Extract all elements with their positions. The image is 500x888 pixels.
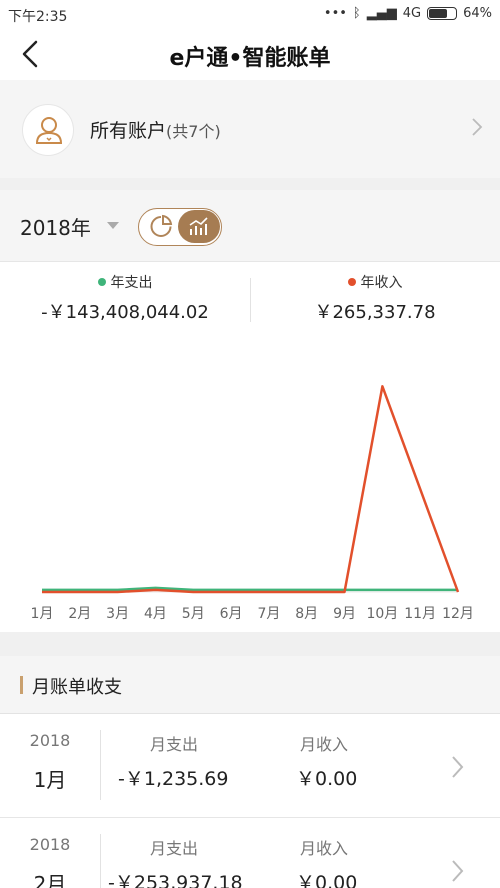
- network-type: 4G: [402, 6, 422, 21]
- monthly-list-header: 月账单收支: [0, 656, 500, 714]
- pie-view-option[interactable]: [140, 210, 182, 243]
- x-tick-label: 3月: [106, 606, 129, 622]
- x-tick-label: 6月: [220, 606, 243, 622]
- series-line-expense: [42, 586, 458, 592]
- month-row[interactable]: 2018 2月 月支出 -￥253,937.18 月收入 ￥0.00: [0, 818, 500, 888]
- user-icon: [35, 117, 63, 144]
- row-expense-value: -￥1,235.69: [118, 768, 229, 790]
- row-income-header: 月收入: [300, 735, 349, 754]
- account-count: (共7个): [166, 122, 221, 141]
- year-selector[interactable]: 2018年: [20, 212, 91, 241]
- year-row: 2018年: [0, 190, 500, 262]
- row-year: 2018: [29, 731, 71, 750]
- row-divider: [100, 730, 101, 800]
- pie-chart-icon: [150, 214, 173, 237]
- income-label: 年收入: [360, 275, 403, 291]
- battery-icon: [427, 7, 458, 20]
- x-tick-label: 9月: [333, 606, 356, 622]
- x-tick-label: 12月: [442, 606, 474, 622]
- x-tick-label: 2月: [68, 606, 91, 622]
- chart-panel: 2018年 年支出 -￥143,408,044.02 年收入 ￥265,337.…: [0, 190, 500, 632]
- chart-type-toggle[interactable]: [138, 208, 222, 246]
- account-selector[interactable]: 所有账户(共7个): [0, 80, 500, 178]
- caret-down-icon[interactable]: [107, 222, 119, 229]
- chevron-right-icon: [452, 860, 464, 882]
- year-expense: 年支出 -￥143,408,044.02: [0, 272, 250, 324]
- x-tick-label: 4月: [144, 606, 167, 622]
- x-tick-label: 10月: [366, 606, 398, 622]
- series-line-income: [42, 385, 460, 594]
- row-expense-header: 月支出: [150, 735, 199, 754]
- income-dot: [347, 278, 356, 286]
- account-name-label: 所有账户: [90, 120, 167, 142]
- year-income: 年收入 ￥265,337.78: [250, 272, 500, 324]
- more-icon: •••: [323, 6, 347, 21]
- expense-dot: [97, 278, 106, 286]
- expense-amount: -￥143,408,044.02: [41, 302, 209, 323]
- chevron-right-icon: [452, 756, 464, 778]
- x-tick-label: 7月: [257, 606, 280, 622]
- expense-label: 年支出: [110, 275, 153, 291]
- row-income-value: ￥0.00: [296, 872, 358, 888]
- trend-chart-icon: [189, 217, 208, 235]
- x-tick-label: 5月: [182, 606, 205, 622]
- month-row[interactable]: 2018 1月 月支出 -￥1,235.69 月收入 ￥0.00: [0, 714, 500, 818]
- x-tick-label: 11月: [404, 606, 436, 622]
- status-bar: 下午2:35 ••• ᛒ ▂▄▆ 4G 64%: [0, 0, 500, 30]
- row-income-value: ￥0.00: [296, 768, 358, 790]
- chevron-right-icon: [472, 118, 483, 136]
- row-income-header: 月收入: [300, 839, 349, 858]
- bluetooth-icon: ᛒ: [352, 6, 361, 21]
- trend-view-option[interactable]: [178, 210, 220, 243]
- year-totals: 年支出 -￥143,408,044.02 年收入 ￥265,337.78: [0, 262, 500, 334]
- section-marker: [20, 676, 23, 694]
- status-icons: ••• ᛒ ▂▄▆ 4G 64%: [324, 6, 492, 21]
- signal-icon: ▂▄▆: [366, 6, 397, 21]
- battery-percent: 64%: [463, 6, 492, 21]
- x-tick-label: 1月: [31, 606, 54, 622]
- row-divider: [100, 834, 101, 888]
- status-time: 下午2:35: [8, 9, 68, 25]
- row-expense-value: -￥253,937.18: [108, 872, 243, 888]
- section-title: 月账单收支: [32, 677, 122, 698]
- row-year: 2018: [29, 835, 71, 854]
- x-tick-label: 8月: [295, 606, 318, 622]
- nav-header: e户通•智能账单: [0, 30, 500, 80]
- row-month: 1月: [33, 768, 67, 792]
- row-month: 2月: [33, 872, 67, 888]
- income-amount: ￥265,337.78: [314, 302, 436, 323]
- monthly-trend-chart: 1月 2月 3月 4月 5月 6月 7月 8月 9月 10月 11月 12月: [31, 385, 474, 622]
- account-name: 所有账户(共7个): [90, 116, 221, 143]
- page-title: e户通•智能账单: [169, 46, 331, 71]
- row-expense-header: 月支出: [150, 839, 199, 858]
- avatar: [22, 104, 74, 156]
